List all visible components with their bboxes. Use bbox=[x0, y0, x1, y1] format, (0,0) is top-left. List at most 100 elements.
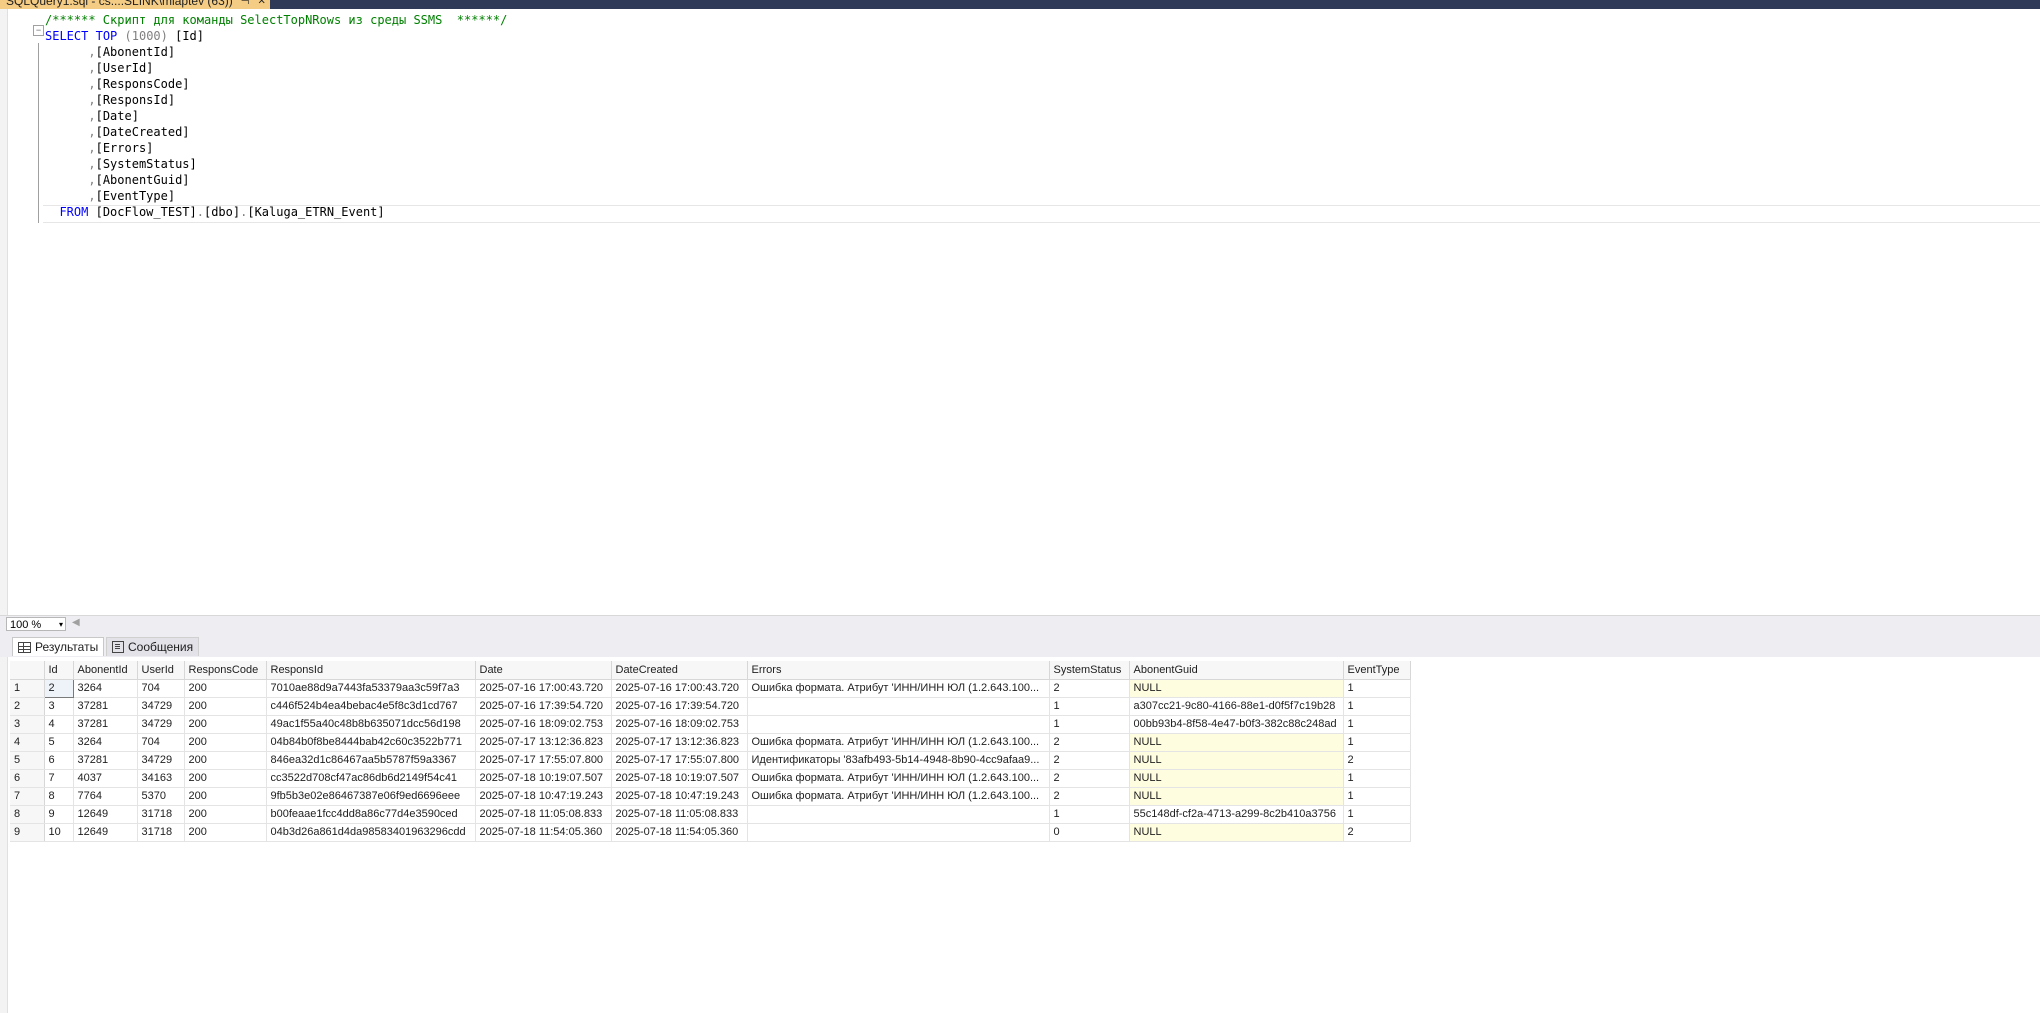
column-header[interactable]: SystemStatus bbox=[1049, 661, 1130, 680]
grid-cell[interactable]: 2025-07-16 17:00:43.720 bbox=[611, 679, 748, 698]
grid-cell[interactable]: 2025-07-17 13:12:36.823 bbox=[475, 733, 612, 752]
grid-cell[interactable]: 4037 bbox=[73, 769, 138, 788]
grid-cell[interactable]: 2025-07-16 18:09:02.753 bbox=[475, 715, 612, 734]
grid-cell[interactable]: 3 bbox=[44, 697, 74, 716]
grid-cell[interactable]: 55c148df-cf2a-4713-a299-8c2b410a3756 bbox=[1129, 805, 1344, 824]
row-number[interactable]: 4 bbox=[10, 733, 45, 752]
grid-cell[interactable]: 704 bbox=[137, 679, 185, 698]
tab-messages[interactable]: Сообщения bbox=[106, 637, 200, 656]
grid-cell[interactable] bbox=[747, 697, 1050, 716]
grid-cell[interactable]: 200 bbox=[184, 733, 267, 752]
grid-cell[interactable]: NULL bbox=[1129, 787, 1344, 806]
row-number[interactable]: 1 bbox=[10, 679, 45, 698]
grid-cell[interactable]: NULL bbox=[1129, 823, 1344, 842]
grid-cell[interactable]: 1 bbox=[1049, 715, 1130, 734]
grid-cell[interactable]: 1 bbox=[1343, 715, 1411, 734]
grid-cell[interactable]: 9fb5b3e02e86467387e06f9ed6696eee bbox=[266, 787, 476, 806]
grid-cell[interactable]: 34163 bbox=[137, 769, 185, 788]
grid-cell[interactable]: 3264 bbox=[73, 679, 138, 698]
grid-cell[interactable]: 846ea32d1c86467aa5b5787f59a3367 bbox=[266, 751, 476, 770]
grid-cell[interactable]: 34729 bbox=[137, 697, 185, 716]
query-tab[interactable]: SQLQuery1.sql - cs....SLINK\mlaptev (63)… bbox=[0, 0, 270, 9]
grid-cell[interactable] bbox=[747, 715, 1050, 734]
grid-cell[interactable]: 200 bbox=[184, 697, 267, 716]
grid-cell[interactable] bbox=[747, 823, 1050, 842]
grid-cell[interactable]: 10 bbox=[44, 823, 74, 842]
close-icon[interactable]: ✕ bbox=[257, 0, 265, 9]
grid-cell[interactable]: c446f524b4ea4bebac4e5f8c3d1cd767 bbox=[266, 697, 476, 716]
grid-cell[interactable]: 1 bbox=[1343, 787, 1411, 806]
grid-cell[interactable]: 2 bbox=[1343, 823, 1411, 842]
grid-cell[interactable]: 200 bbox=[184, 769, 267, 788]
grid-cell[interactable]: 0 bbox=[1049, 823, 1130, 842]
row-number[interactable]: 8 bbox=[10, 805, 45, 824]
grid-cell[interactable]: 2 bbox=[1343, 751, 1411, 770]
grid-cell[interactable]: 5 bbox=[44, 733, 74, 752]
scroll-left-icon[interactable]: ◀ bbox=[72, 617, 80, 628]
row-number[interactable]: 2 bbox=[10, 697, 45, 716]
grid-cell[interactable]: NULL bbox=[1129, 769, 1344, 788]
table-row[interactable]: 1 2 3264 704 200 7010ae88d9a7443fa53379aa3c59… bbox=[10, 678, 1411, 698]
grid-cell[interactable]: 37281 bbox=[73, 715, 138, 734]
grid-cell[interactable]: NULL bbox=[1129, 733, 1344, 752]
grid-cell[interactable]: 200 bbox=[184, 751, 267, 770]
grid-cell[interactable]: 31718 bbox=[137, 823, 185, 842]
grid-cell[interactable]: NULL bbox=[1129, 679, 1344, 698]
grid-cell[interactable]: 2025-07-17 17:55:07.800 bbox=[611, 751, 748, 770]
grid-cell[interactable]: 2 bbox=[1049, 733, 1130, 752]
grid-cell[interactable]: 200 bbox=[184, 805, 267, 824]
table-row[interactable]: 2 3 37281 34729 200 c446f524b4ea4bebac4e5f8c3… bbox=[10, 697, 1411, 716]
grid-cell[interactable]: Ошибка формата. Атрибут 'ИНН/ИНН ЮЛ (1.2… bbox=[747, 769, 1050, 788]
table-row[interactable]: 6 7 4037 34163 200 cc3522d708cf47ac86db6d2149… bbox=[10, 769, 1411, 788]
grid-cell[interactable]: 7010ae88d9a7443fa53379aa3c59f7a3 bbox=[266, 679, 476, 698]
grid-cell[interactable]: 2025-07-18 10:19:07.507 bbox=[611, 769, 748, 788]
tab-results[interactable]: Результаты bbox=[12, 637, 105, 656]
grid-cell[interactable]: b00feaae1fcc4dd8a86c77d4e3590ced bbox=[266, 805, 476, 824]
grid-cell[interactable]: Ошибка формата. Атрибут 'ИНН/ИНН ЮЛ (1.2… bbox=[747, 733, 1050, 752]
grid-cell[interactable]: 2025-07-17 13:12:36.823 bbox=[611, 733, 748, 752]
grid-cell[interactable]: Ошибка формата. Атрибут 'ИНН/ИНН ЮЛ (1.2… bbox=[747, 787, 1050, 806]
grid-cell[interactable]: 7 bbox=[44, 769, 74, 788]
grid-cell[interactable]: 04b3d26a861d4da98583401963296cdd bbox=[266, 823, 476, 842]
grid-cell[interactable]: cc3522d708cf47ac86db6d2149f54c41 bbox=[266, 769, 476, 788]
zoom-dropdown[interactable]: 100 % ▾ bbox=[6, 617, 66, 631]
grid-cell[interactable]: 4 bbox=[44, 715, 74, 734]
column-header[interactable]: Id bbox=[44, 661, 74, 680]
grid-cell[interactable]: 8 bbox=[44, 787, 74, 806]
grid-cell[interactable]: 2 bbox=[43, 678, 74, 698]
table-row[interactable]: 3 4 37281 34729 200 49ac1f55a40c48b8b635071dc… bbox=[10, 715, 1411, 734]
grid-cell[interactable]: 2025-07-16 17:39:54.720 bbox=[475, 697, 612, 716]
row-number[interactable]: 3 bbox=[10, 715, 45, 734]
grid-cell[interactable]: 5370 bbox=[137, 787, 185, 806]
grid-cell[interactable]: 2 bbox=[1049, 787, 1130, 806]
grid-cell[interactable]: 1 bbox=[1049, 697, 1130, 716]
grid-cell[interactable]: 2025-07-16 17:00:43.720 bbox=[475, 679, 612, 698]
grid-cell[interactable]: 2 bbox=[1049, 769, 1130, 788]
table-row[interactable]: 8 9 12649 31718 200 b00feaae1fcc4dd8a86c77d4e… bbox=[10, 805, 1411, 824]
grid-cell[interactable]: 12649 bbox=[73, 823, 138, 842]
table-row[interactable]: 9 10 12649 31718 200 04b3d26a861d4da985834019… bbox=[10, 823, 1411, 842]
column-header[interactable]: DateCreated bbox=[611, 661, 748, 680]
grid-cell[interactable]: 31718 bbox=[137, 805, 185, 824]
grid-cell[interactable]: 37281 bbox=[73, 751, 138, 770]
grid-cell[interactable]: Ошибка формата. Атрибут 'ИНН/ИНН ЮЛ (1.2… bbox=[747, 679, 1050, 698]
column-header[interactable]: AbonentGuid bbox=[1129, 661, 1344, 680]
grid-cell[interactable]: 37281 bbox=[73, 697, 138, 716]
grid-cell[interactable]: 2025-07-18 11:05:08.833 bbox=[611, 805, 748, 824]
grid-cell[interactable]: 200 bbox=[184, 787, 267, 806]
sql-editor[interactable]: − /****** Скрипт для команды SelectTopNR… bbox=[0, 9, 2040, 615]
grid-cell[interactable]: 00bb93b4-8f58-4e47-b0f3-382c88c248ad bbox=[1129, 715, 1344, 734]
grid-cell[interactable]: 9 bbox=[44, 805, 74, 824]
grid-cell[interactable]: 2025-07-17 17:55:07.800 bbox=[475, 751, 612, 770]
row-number[interactable]: 5 bbox=[10, 751, 45, 770]
grid-cell[interactable]: 04b84b0f8be8444bab42c60c3522b771 bbox=[266, 733, 476, 752]
grid-cell[interactable]: 2 bbox=[1049, 751, 1130, 770]
grid-cell[interactable]: 2025-07-16 17:39:54.720 bbox=[611, 697, 748, 716]
grid-cell[interactable]: 2025-07-18 11:05:08.833 bbox=[475, 805, 612, 824]
pin-icon[interactable]: ⊣ bbox=[241, 0, 250, 9]
row-number[interactable]: 6 bbox=[10, 769, 45, 788]
grid-cell[interactable] bbox=[747, 805, 1050, 824]
table-row[interactable]: 5 6 37281 34729 200 846ea32d1c86467aa5b5787f5… bbox=[10, 751, 1411, 770]
grid-cell[interactable]: 2 bbox=[1049, 679, 1130, 698]
column-header[interactable]: AbonentId bbox=[73, 661, 138, 680]
